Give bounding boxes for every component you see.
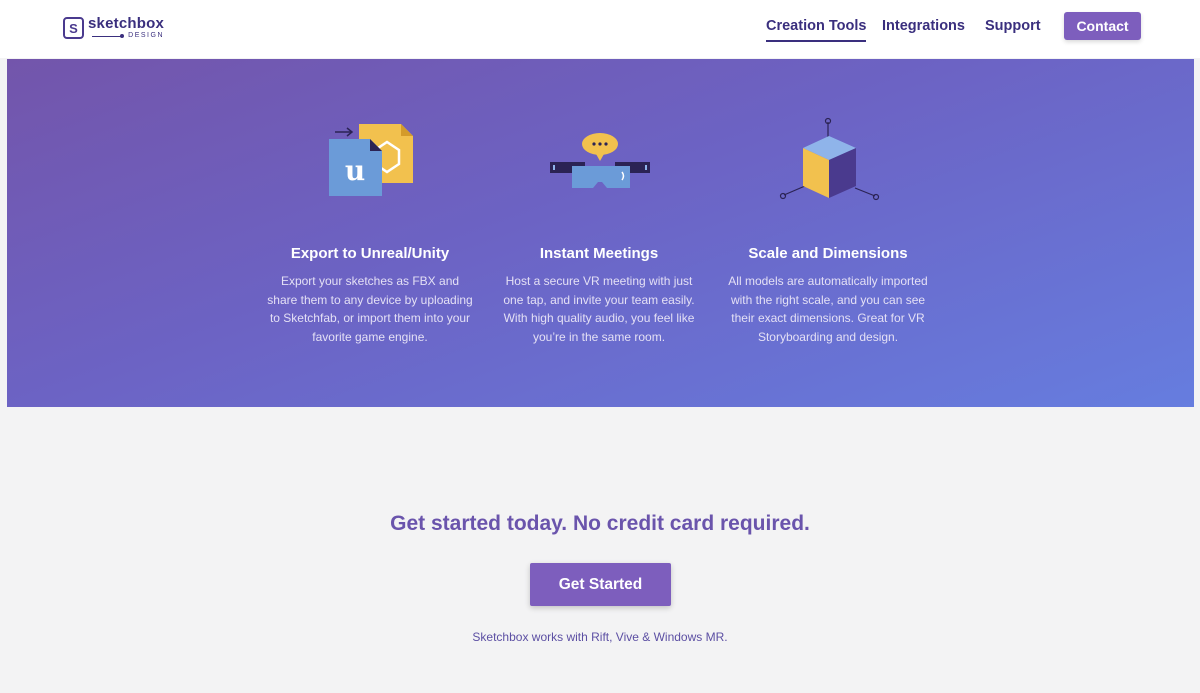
scale-cube-icon [779, 117, 880, 201]
logo-name: sketchbox [88, 15, 164, 32]
site-header: S sketchbox DESIGN Creation Tools Integr… [0, 0, 1200, 58]
svg-text:u: u [345, 154, 365, 187]
get-started-button[interactable]: Get Started [530, 563, 671, 606]
feature-title: Instant Meetings [539, 245, 659, 262]
cta-heading: Get started today. No credit card requir… [390, 512, 810, 535]
vr-meeting-icon [550, 133, 650, 188]
feature-title: Scale and Dimensions [748, 245, 908, 262]
logo-line-decoration [92, 33, 125, 38]
logo-subtitle: DESIGN [128, 32, 164, 39]
logo-subtitle-row: DESIGN [88, 32, 164, 40]
feature-description: All models are automatically imported wi… [728, 274, 928, 345]
feature-description: Host a secure VR meeting with just one t… [503, 274, 695, 345]
nav-support[interactable]: Support [985, 18, 1041, 34]
sketchbox-logo[interactable]: S sketchbox DESIGN [63, 16, 164, 40]
features-hero: u Export to Unreal/Unity Export your ske… [7, 59, 1194, 407]
logo-mark-icon: S [63, 17, 84, 39]
feature-description: Export your sketches as FBX and share th… [267, 274, 473, 345]
unreal-unity-export-icon: u [329, 124, 413, 196]
contact-button[interactable]: Contact [1064, 12, 1141, 40]
feature-title: Export to Unreal/Unity [290, 245, 450, 262]
compatibility-note: Sketchbox works with Rift, Vive & Window… [472, 630, 728, 644]
logo-text: sketchbox DESIGN [88, 16, 164, 40]
nav-creation-tools[interactable]: Creation Tools [766, 18, 867, 42]
nav-integrations[interactable]: Integrations [882, 18, 965, 34]
